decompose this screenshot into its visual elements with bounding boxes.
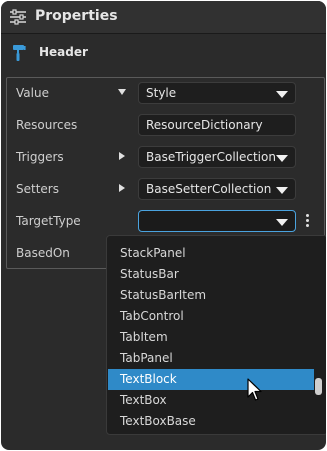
dropdown-caret-icon	[276, 219, 288, 226]
resources-field[interactable]: ResourceDictionary	[138, 114, 296, 136]
property-label: Resources	[16, 118, 78, 132]
properties-sliders-icon	[10, 9, 26, 25]
dropdown-caret-icon	[276, 91, 288, 98]
property-row-resources: Resources ResourceDictionary	[7, 110, 324, 142]
mouse-pointer-icon	[247, 378, 262, 401]
dropdown-item-selected[interactable]: TextBlock	[108, 369, 314, 390]
triggers-combobox-text: BaseTriggerCollection	[146, 150, 276, 164]
dropdown-item[interactable]: StackPanel	[108, 243, 314, 264]
targettype-dropdown-list[interactable]: StackPanel StatusBar StatusBarItem TabCo…	[106, 235, 326, 435]
triggers-combobox[interactable]: BaseTriggerCollection	[138, 146, 296, 168]
dropdown-item[interactable]: StatusBarItem	[108, 285, 314, 306]
dropdown-item[interactable]: StatusBar	[108, 264, 314, 285]
resources-field-text: ResourceDictionary	[146, 118, 263, 132]
dropdown-caret-icon	[276, 187, 288, 194]
dropdown-item[interactable]: TabItem	[108, 327, 314, 348]
setters-combobox-text: BaseSetterCollection	[146, 182, 272, 196]
property-row-value: Value Style	[7, 78, 324, 110]
paint-roller-icon	[13, 45, 26, 61]
panel-title: Properties	[35, 8, 118, 24]
property-row-triggers: Triggers BaseTriggerCollection	[7, 142, 324, 174]
dropdown-item[interactable]: TabPanel	[108, 348, 314, 369]
property-label: Setters	[16, 182, 59, 196]
property-label: BasedOn	[16, 246, 70, 260]
more-vertical-icon[interactable]	[306, 214, 310, 230]
setters-combobox[interactable]: BaseSetterCollection	[138, 178, 296, 200]
title-bar: Properties	[1, 1, 326, 34]
dropdown-caret-icon	[276, 155, 288, 162]
value-combobox[interactable]: Style	[138, 82, 296, 104]
scrollbar-thumb[interactable]	[315, 378, 322, 395]
property-label: Value	[16, 86, 49, 100]
property-label: Triggers	[16, 150, 64, 164]
property-row-targettype: TargetType	[7, 206, 324, 238]
value-combobox-text: Style	[146, 86, 177, 100]
targettype-combobox[interactable]	[138, 210, 296, 232]
section-header-label: Header	[39, 45, 88, 59]
dropdown-item[interactable]: TextBox	[108, 390, 314, 411]
dropdown-item[interactable]: TextBoxBase	[108, 411, 314, 432]
chevron-down-icon[interactable]	[118, 89, 126, 95]
properties-panel: Properties Header Value Style Resources …	[1, 1, 326, 450]
property-label: TargetType	[16, 214, 81, 228]
chevron-right-icon[interactable]	[119, 152, 125, 160]
section-header: Header	[1, 34, 326, 72]
dropdown-item[interactable]: TabControl	[108, 306, 314, 327]
chevron-right-icon[interactable]	[119, 184, 125, 192]
property-row-setters: Setters BaseSetterCollection	[7, 174, 324, 206]
